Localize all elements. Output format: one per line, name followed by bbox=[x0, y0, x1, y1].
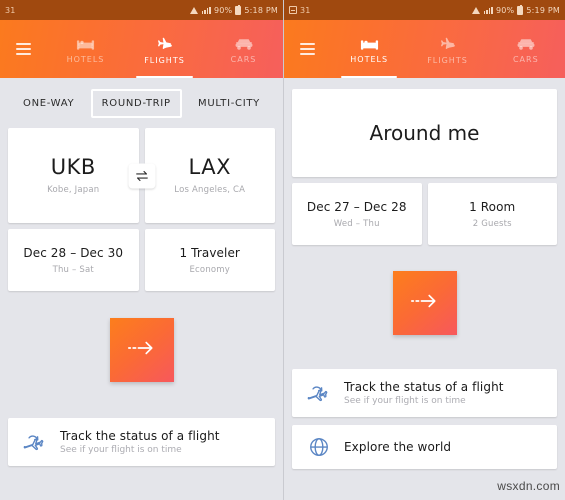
flight-status-subtitle: See if your flight is on time bbox=[60, 445, 182, 455]
clock-label: 5:19 PM bbox=[526, 5, 560, 15]
left-phone-screen: 31 90% 5:18 PM HOTELS FLIGHTS CARS ONE-W… bbox=[0, 0, 283, 500]
hotel-detail-row: Dec 27 – Dec 28 Wed – Thu 1 Room 2 Guest… bbox=[292, 183, 557, 245]
globe-icon bbox=[306, 436, 332, 458]
right-app-header: HOTELS FLIGHTS CARS bbox=[284, 20, 565, 78]
flight-status-title: Track the status of a flight bbox=[344, 380, 504, 394]
status-left-text: 31 bbox=[5, 5, 16, 15]
clock-label: 5:18 PM bbox=[244, 5, 278, 15]
origin-code: UKB bbox=[50, 155, 96, 180]
trip-type-multi-city[interactable]: MULTI-CITY bbox=[187, 89, 271, 118]
right-info-card-list: Track the status of a flight See if your… bbox=[292, 369, 557, 469]
flight-status-text: Track the status of a flight See if your… bbox=[60, 429, 220, 455]
car-icon bbox=[234, 38, 254, 52]
tab-hotels-label: HOTELS bbox=[66, 55, 105, 64]
dashed-arrow-right-icon bbox=[126, 339, 158, 361]
bed-icon bbox=[360, 38, 379, 52]
tab-cars[interactable]: CARS bbox=[487, 20, 565, 78]
status-left-group: 31 bbox=[289, 6, 311, 15]
wifi-icon bbox=[471, 6, 481, 14]
hamburger-menu-icon[interactable] bbox=[284, 43, 330, 55]
tab-flights[interactable]: FLIGHTS bbox=[125, 20, 204, 78]
left-app-header: HOTELS FLIGHTS CARS bbox=[0, 20, 283, 78]
right-tab-bar: HOTELS FLIGHTS CARS bbox=[330, 20, 565, 78]
signal-icon bbox=[483, 6, 493, 14]
rooms-card[interactable]: 1 Room 2 Guests bbox=[427, 183, 557, 245]
status-right-group: 90% 5:18 PM bbox=[189, 4, 278, 15]
travelers-value: 1 Traveler bbox=[179, 245, 240, 260]
battery-percent-label: 90% bbox=[495, 5, 515, 15]
search-flights-button[interactable] bbox=[109, 318, 174, 382]
trip-detail-row: Dec 28 – Dec 30 Thu – Sat 1 Traveler Eco… bbox=[8, 229, 275, 291]
right-phone-screen: 31 90% 5:19 PM HOTELS FLIGHTS CARS Aroun… bbox=[283, 0, 565, 500]
search-hotels-button[interactable] bbox=[392, 271, 457, 335]
left-tab-bar: HOTELS FLIGHTS CARS bbox=[46, 20, 283, 78]
screenshot-root: 31 90% 5:18 PM HOTELS FLIGHTS CARS ONE-W… bbox=[0, 0, 565, 500]
around-me-label: Around me bbox=[369, 121, 480, 145]
destination-code: LAX bbox=[188, 155, 231, 180]
left-content: ONE-WAY ROUND-TRIP MULTI-CITY UKB Kobe, … bbox=[0, 78, 283, 466]
around-me-card[interactable]: Around me bbox=[292, 89, 557, 177]
hotel-dates-value: Dec 27 – Dec 28 bbox=[306, 199, 407, 214]
explore-world-text: Explore the world bbox=[344, 440, 451, 454]
flight-status-card[interactable]: Track the status of a flight See if your… bbox=[8, 418, 275, 466]
flight-status-card[interactable]: Track the status of a flight See if your… bbox=[292, 369, 557, 417]
dashed-arrow-right-icon bbox=[409, 292, 441, 314]
swap-arrows-icon[interactable] bbox=[128, 163, 155, 188]
flight-status-title: Track the status of a flight bbox=[60, 429, 220, 443]
explore-world-title: Explore the world bbox=[344, 440, 452, 454]
airport-selection-row: UKB Kobe, Japan LAX Los Angeles, CA bbox=[8, 128, 275, 223]
sd-card-icon bbox=[289, 6, 297, 14]
tab-cars-label: CARS bbox=[230, 55, 257, 64]
left-search-area bbox=[8, 318, 275, 382]
dates-subtitle: Thu – Sat bbox=[52, 264, 94, 275]
flight-status-text: Track the status of a flight See if your… bbox=[344, 380, 504, 406]
car-icon bbox=[516, 38, 536, 52]
plane-icon bbox=[438, 37, 457, 53]
trip-type-one-way[interactable]: ONE-WAY bbox=[12, 89, 85, 118]
flight-status-icon bbox=[22, 431, 48, 453]
battery-icon bbox=[517, 4, 524, 15]
hotel-dates-card[interactable]: Dec 27 – Dec 28 Wed – Thu bbox=[292, 183, 422, 245]
destination-city: Los Angeles, CA bbox=[174, 184, 246, 195]
rooms-value: 1 Room bbox=[469, 199, 516, 214]
travelers-subtitle: Economy bbox=[189, 264, 231, 275]
status-left-group: 31 bbox=[5, 6, 16, 15]
trip-type-selector: ONE-WAY ROUND-TRIP MULTI-CITY bbox=[8, 78, 275, 128]
destination-card[interactable]: LAX Los Angeles, CA bbox=[144, 128, 275, 223]
left-status-bar: 31 90% 5:18 PM bbox=[0, 0, 283, 20]
flight-status-subtitle: See if your flight is on time bbox=[344, 396, 466, 406]
bed-icon bbox=[76, 38, 95, 52]
right-search-area bbox=[292, 271, 557, 335]
signal-icon bbox=[201, 6, 211, 14]
tab-hotels-label: HOTELS bbox=[350, 55, 389, 64]
battery-percent-label: 90% bbox=[213, 5, 233, 15]
status-right-group: 90% 5:19 PM bbox=[471, 4, 560, 15]
left-info-card-list: Track the status of a flight See if your… bbox=[8, 418, 275, 466]
right-status-bar: 31 90% 5:19 PM bbox=[284, 0, 565, 20]
tab-hotels[interactable]: HOTELS bbox=[46, 20, 125, 78]
dates-card[interactable]: Dec 28 – Dec 30 Thu – Sat bbox=[8, 229, 139, 291]
status-left-text: 31 bbox=[300, 5, 311, 15]
explore-world-card[interactable]: Explore the world bbox=[292, 425, 557, 469]
watermark: wsxdn.com bbox=[497, 479, 560, 493]
hamburger-menu-icon[interactable] bbox=[0, 43, 46, 55]
origin-city: Kobe, Japan bbox=[47, 184, 100, 195]
wifi-icon bbox=[189, 6, 199, 14]
tab-flights[interactable]: FLIGHTS bbox=[408, 20, 486, 78]
tab-cars-label: CARS bbox=[512, 55, 539, 64]
dates-value: Dec 28 – Dec 30 bbox=[23, 245, 124, 260]
tab-flights-label: FLIGHTS bbox=[427, 56, 468, 65]
origin-card[interactable]: UKB Kobe, Japan bbox=[8, 128, 139, 223]
hotel-dates-subtitle: Wed – Thu bbox=[333, 218, 380, 229]
right-content: Around me Dec 27 – Dec 28 Wed – Thu 1 Ro… bbox=[284, 78, 565, 469]
plane-icon bbox=[155, 37, 174, 53]
flight-status-icon bbox=[306, 382, 332, 404]
rooms-subtitle: 2 Guests bbox=[472, 218, 512, 229]
trip-type-round-trip[interactable]: ROUND-TRIP bbox=[90, 89, 182, 118]
tab-hotels[interactable]: HOTELS bbox=[330, 20, 408, 78]
tab-cars[interactable]: CARS bbox=[204, 20, 283, 78]
battery-icon bbox=[235, 4, 242, 15]
tab-flights-label: FLIGHTS bbox=[144, 56, 185, 65]
travelers-card[interactable]: 1 Traveler Economy bbox=[144, 229, 275, 291]
